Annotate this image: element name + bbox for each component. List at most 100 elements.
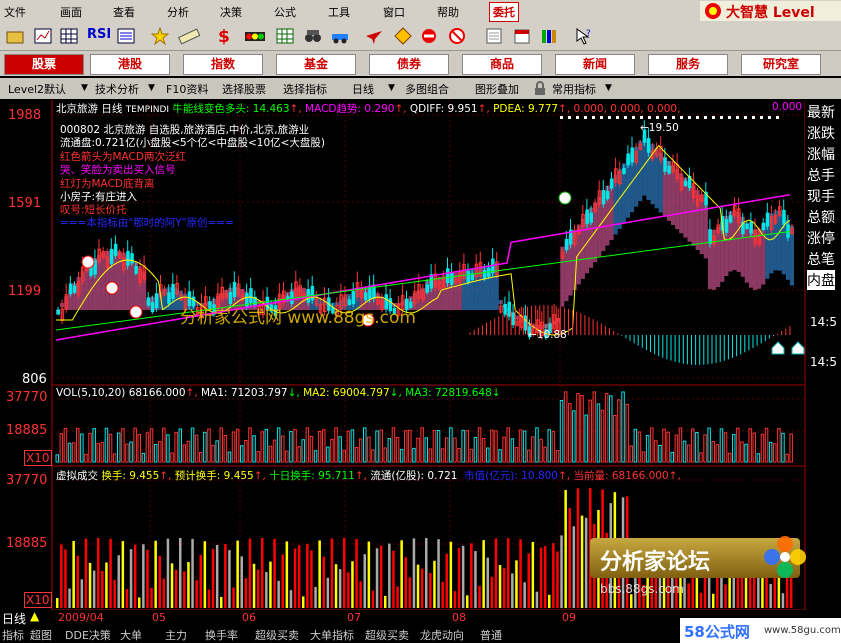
tab[interactable]: 超级买卖 xyxy=(255,627,299,643)
turnover-bar xyxy=(224,544,227,608)
volume-bar xyxy=(732,434,736,463)
menu-analysis[interactable]: 分析 xyxy=(167,4,189,20)
volume-bar xyxy=(453,437,457,463)
open-icon[interactable] xyxy=(6,27,24,45)
tab[interactable]: 大单 xyxy=(120,627,142,643)
volume-bar xyxy=(63,428,68,463)
menu-screen[interactable]: 画面 xyxy=(60,4,82,20)
volume-bar xyxy=(313,450,318,463)
volume-bar xyxy=(744,443,748,463)
nav-commodity[interactable]: 商品 xyxy=(462,54,542,75)
period-daily-button[interactable]: 日线 xyxy=(352,81,374,97)
dropdown-arrow-icon[interactable]: ▼ xyxy=(148,83,155,93)
dropdown-arrow-icon[interactable]: ▼ xyxy=(605,83,612,93)
tab[interactable]: 超图 xyxy=(30,627,52,643)
tab[interactable]: 大单指标 xyxy=(310,627,354,643)
nav-service[interactable]: 服务 xyxy=(648,54,728,75)
forbid-icon[interactable] xyxy=(448,27,466,45)
calendar-icon[interactable] xyxy=(513,27,531,45)
list-icon[interactable] xyxy=(117,27,135,45)
volume-bar xyxy=(699,452,703,463)
menu-formula[interactable]: 公式 xyxy=(274,4,296,20)
qdiff-label: QDIFF: xyxy=(409,103,445,115)
tab-tech-analysis[interactable]: 技术分析 xyxy=(95,81,139,97)
dropdown-arrow-icon[interactable]: ▼ xyxy=(81,83,88,93)
nav-hk[interactable]: 港股 xyxy=(90,54,170,75)
nav-bond[interactable]: 债券 xyxy=(369,54,449,75)
volume-bar xyxy=(748,428,752,463)
car-icon[interactable] xyxy=(331,27,349,45)
chart-icon[interactable] xyxy=(34,27,52,45)
grid-icon[interactable] xyxy=(60,27,78,45)
cursor-help-icon[interactable]: ? xyxy=(575,27,593,45)
nav-index[interactable]: 指数 xyxy=(183,54,263,75)
candle-body xyxy=(310,285,315,301)
level2-selector[interactable]: Level2默认 xyxy=(8,81,66,97)
rsi-icon[interactable]: RSI xyxy=(87,27,111,45)
overlay-button[interactable]: 图形叠加 xyxy=(475,81,519,97)
select-indicator-button[interactable]: 选择指标 xyxy=(283,81,327,97)
binoculars-icon[interactable] xyxy=(304,27,322,45)
tab[interactable]: 指标 xyxy=(2,627,24,643)
volume-bar xyxy=(715,444,720,463)
traffic-icon[interactable] xyxy=(244,27,266,45)
tab[interactable]: 普通 xyxy=(480,627,502,643)
menu-help[interactable]: 帮助 xyxy=(437,4,459,20)
dollar-icon[interactable]: $ xyxy=(215,27,233,45)
menu-decision[interactable]: 决策 xyxy=(220,4,242,20)
chart-area[interactable]: 1988 1591 1199 806 北京旅游 日线 TEMPINDI 牛能线变… xyxy=(0,100,841,643)
menu-tools[interactable]: 工具 xyxy=(328,4,350,20)
ma2-label: MA2: xyxy=(303,387,330,399)
trend-band xyxy=(117,250,122,310)
ruler-icon[interactable] xyxy=(178,27,200,45)
nav-news[interactable]: 新闻 xyxy=(555,54,635,75)
multi-chart-button[interactable]: 多图组合 xyxy=(405,81,449,97)
volume-bar xyxy=(117,432,121,463)
volume-bar xyxy=(235,428,240,463)
menu-view[interactable]: 查看 xyxy=(113,4,135,20)
volume-bar xyxy=(490,429,494,463)
vturn-x10: X10 xyxy=(24,592,52,608)
candle-body xyxy=(126,250,130,266)
volume-bar xyxy=(252,435,256,463)
tab[interactable]: 超级买卖 xyxy=(365,627,409,643)
plane-icon[interactable] xyxy=(365,27,383,45)
diamond-icon[interactable] xyxy=(394,27,412,45)
turnover-bar xyxy=(576,488,580,608)
lock-icon[interactable] xyxy=(533,81,547,96)
volume-bar xyxy=(199,452,203,463)
star-icon[interactable] xyxy=(151,27,169,45)
menu-file[interactable]: 文件 xyxy=(4,4,26,20)
indicator-header: 北京旅游 日线 TEMPINDI 牛能线变色多头: 14.463↑, MACD趋… xyxy=(56,103,681,115)
tab-f10[interactable]: F10资料 xyxy=(166,81,208,97)
signal-dot xyxy=(632,116,635,119)
candle-body xyxy=(130,253,134,264)
nav-stocks[interactable]: 股票 xyxy=(4,54,84,75)
volume-bar xyxy=(289,431,293,463)
notepad-icon[interactable] xyxy=(485,27,503,45)
tab[interactable]: 主力 xyxy=(165,627,187,643)
menu-window[interactable]: 窗口 xyxy=(383,4,405,20)
candle-body xyxy=(523,315,528,331)
rp-current-vol: 现手 xyxy=(807,189,835,205)
ma1-label: MA1: xyxy=(201,387,228,399)
triangle-icon[interactable]: ▲ xyxy=(30,609,39,623)
dropdown-arrow-icon[interactable]: ▼ xyxy=(388,83,395,93)
trade-button[interactable]: 委托 xyxy=(489,2,519,22)
books-icon[interactable] xyxy=(540,27,558,45)
turnover-bar xyxy=(105,562,108,608)
volume-bar xyxy=(531,436,535,463)
nav-fund[interactable]: 基金 xyxy=(276,54,356,75)
grid2-icon[interactable] xyxy=(276,27,294,45)
tab[interactable]: DDE决策 xyxy=(65,627,111,643)
no-icon[interactable] xyxy=(420,27,438,45)
volume-bar xyxy=(707,427,711,463)
select-stock-button[interactable]: 选择股票 xyxy=(222,81,266,97)
tab[interactable]: 龙虎动向 xyxy=(420,627,464,643)
turnover-bar xyxy=(437,539,440,608)
nav-research[interactable]: 研究室 xyxy=(741,54,821,75)
volume-bar xyxy=(182,444,187,463)
volume-bar xyxy=(379,429,383,463)
common-indicators-button[interactable]: 常用指标 xyxy=(552,81,596,97)
tab[interactable]: 换手率 xyxy=(205,627,238,643)
